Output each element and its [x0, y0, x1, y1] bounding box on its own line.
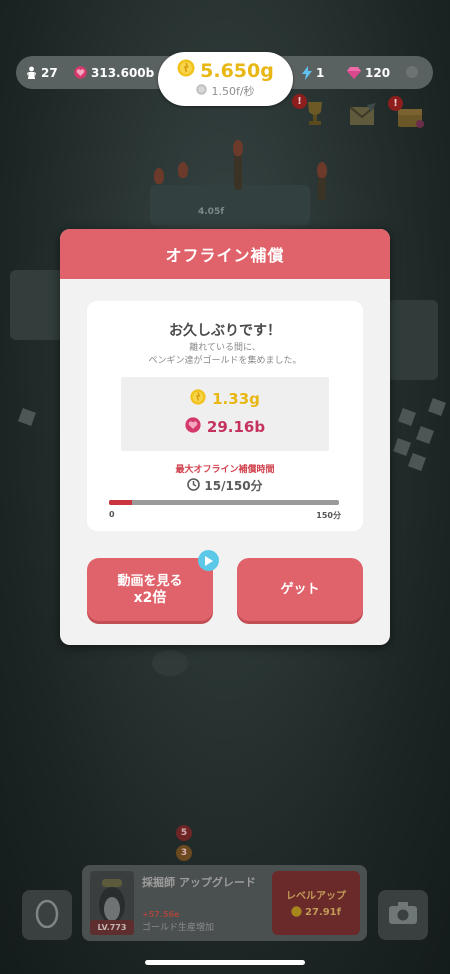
level-badge: LV.773 [90, 920, 134, 935]
max-offline-label: 最大オフライン補償時間 [175, 465, 275, 475]
trophy-button[interactable]: ! [292, 94, 332, 130]
mail-button[interactable] [346, 100, 380, 130]
upgrade-description: ゴールド生産増加 [142, 923, 215, 933]
egg-button[interactable] [22, 890, 72, 940]
station-value: 4.05f [198, 207, 225, 217]
dialog-title: オフライン補償 [165, 246, 285, 265]
heart-icon [185, 417, 201, 437]
torch-flame [233, 140, 243, 156]
silver-coin-icon [196, 84, 208, 98]
level-up-label: レベルアップ [286, 890, 346, 902]
gem-count-value: 120 [365, 65, 391, 80]
video-button-label: 動画を見る [117, 573, 183, 589]
miner-avatar [90, 871, 134, 927]
badge-count: 5 [176, 825, 192, 841]
block [416, 426, 434, 444]
offline-compensation-dialog: オフライン補償 お久しぶりです！ 離れている間に、 ペンギン達がゴールドを集めま… [60, 229, 390, 645]
gold-coin-icon [190, 389, 206, 409]
level-up-button[interactable]: レベルアップ 27.91f [272, 871, 360, 935]
treasure-button[interactable]: ! [388, 96, 428, 130]
camera-button[interactable] [378, 890, 428, 940]
heart-count-value: 313.600b [91, 65, 155, 80]
reward-gold-value: 1.33g [212, 390, 260, 408]
station-platform [150, 185, 310, 225]
gold-coin-icon [177, 59, 195, 82]
clock-icon [187, 477, 201, 494]
gold-rate: 1.50f/秒 [211, 85, 255, 98]
get-button-label: ゲット [280, 582, 320, 597]
dialog-header: オフライン補償 [60, 229, 390, 279]
penguin-silhouette [152, 650, 188, 676]
rock-right [388, 300, 438, 380]
mail-icon [349, 103, 377, 131]
reward-box: 1.33g 29.16b [121, 377, 329, 451]
video-button-multiplier: x2倍 [133, 589, 167, 606]
block [398, 408, 416, 426]
camera-icon [388, 901, 418, 929]
get-button[interactable]: ゲット [237, 558, 363, 621]
message-line-2: ペンギン達がゴールドを集めました。 [148, 356, 302, 366]
block [18, 408, 36, 426]
torch-flame [178, 162, 188, 178]
block [408, 453, 426, 471]
reward-card: お久しぶりです！ 離れている間に、 ペンギン達がゴールドを集めました。 1.33… [87, 301, 363, 531]
torch-flame [154, 168, 164, 184]
gold-value: 5.650g [200, 59, 274, 82]
heart-count: 313.600b [74, 56, 154, 89]
block [393, 438, 411, 456]
offline-progress-bar [109, 500, 339, 505]
energy-count-value: 1 [316, 65, 325, 80]
gem-count: 120 [347, 56, 390, 89]
upgrade-panel: LV.773 採掘師 アップグレード +57.56e ゴールド生産増加 レベルア… [82, 865, 367, 941]
offline-time: 15/150分 [87, 477, 363, 494]
home-indicator[interactable] [145, 960, 305, 965]
offline-progress-fill [109, 500, 132, 505]
penguin-icon [26, 66, 37, 79]
reward-heart-row: 29.16b [121, 417, 329, 437]
offline-time-value: 15/150分 [204, 479, 263, 493]
alert-badge: ! [388, 96, 403, 111]
gem-icon [347, 66, 361, 79]
torch-flame [317, 162, 327, 178]
progress-min-label: 0 [109, 510, 115, 519]
gold-display: 5.650g 1.50f/秒 [158, 52, 293, 106]
message-line-1: 離れている間に、 [189, 343, 261, 353]
greeting-text: お久しぶりです！ [169, 323, 281, 339]
penguin-count-value: 27 [41, 65, 58, 80]
play-icon [198, 550, 219, 571]
block [428, 398, 446, 416]
status-bar-extra-icon[interactable] [406, 66, 418, 78]
level-up-cost: 27.91f [305, 907, 341, 918]
torch [234, 150, 242, 190]
badge-count: 3 [176, 845, 192, 861]
lightning-icon [302, 65, 312, 80]
message-text: 離れている間に、 ペンギン達がゴールドを集めました。 [87, 342, 363, 368]
progress-max-label: 150分 [316, 511, 341, 520]
gold-coin-icon [291, 905, 302, 920]
egg-icon [34, 898, 60, 932]
penguin-count: 27 [26, 56, 58, 89]
upgrade-value: +57.56e [142, 910, 180, 919]
watch-video-button[interactable]: 動画を見る x2倍 [87, 558, 213, 621]
alert-badge: ! [292, 94, 307, 109]
reward-gold-row: 1.33g [121, 389, 329, 409]
energy-count: 1 [302, 56, 324, 89]
trophy-icon [304, 100, 326, 130]
reward-heart-value: 29.16b [206, 418, 266, 436]
upgrade-title: 採掘師 アップグレード [142, 876, 256, 889]
heart-icon [74, 66, 87, 79]
